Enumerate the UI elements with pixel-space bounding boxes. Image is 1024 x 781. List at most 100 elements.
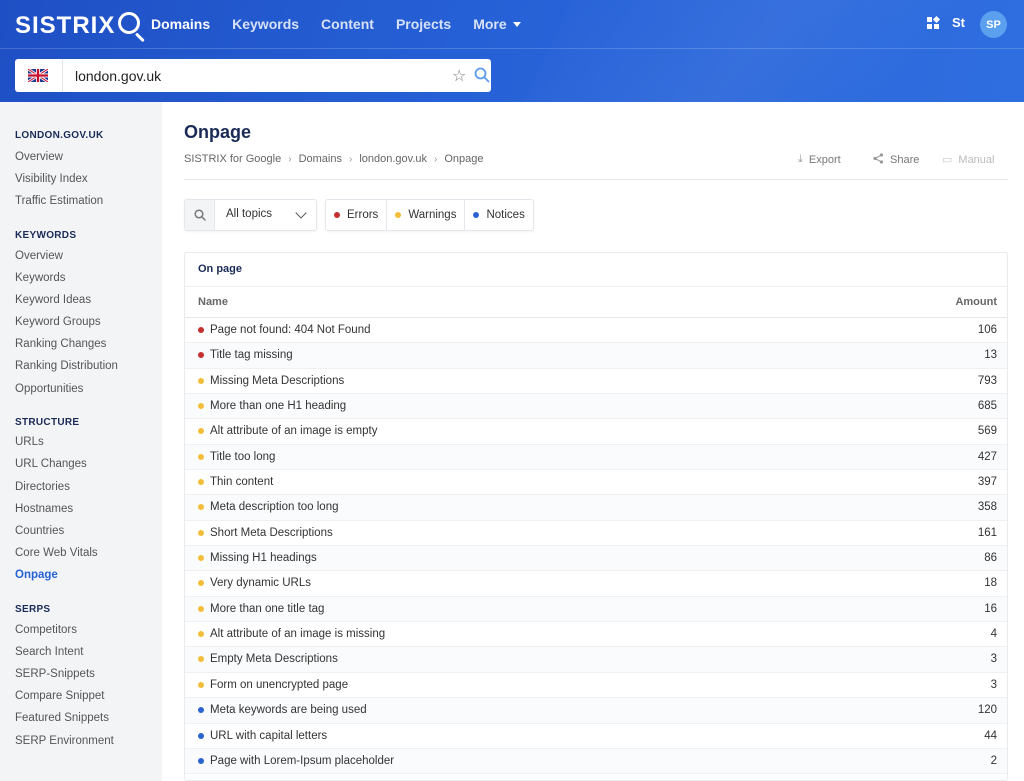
nav-content[interactable]: Content [321,16,374,32]
topics-dropdown-value: All topics [226,208,273,220]
table-row[interactable]: Very dynamic URLs 18 [185,571,1007,597]
sidebar-section-structure: STRUCTURE [15,417,80,428]
sidebar-item-ranking-changes[interactable]: Ranking Changes [15,338,106,350]
filter-notices-button[interactable]: Notices [465,200,532,230]
issue-name[interactable]: Very dynamic URLs [210,577,311,589]
breadcrumb: SISTRIX for Google › Domains › london.go… [184,153,484,165]
sidebar-item-core-web-vitals[interactable]: Core Web Vitals [15,547,98,559]
issue-amount: 793 [977,374,997,387]
table-row[interactable]: Title too long 427 [185,444,1007,471]
issue-name[interactable]: URL with capital letters [210,730,327,742]
column-header-name[interactable]: Name [198,296,228,308]
issue-name[interactable]: Page not found: 404 Not Found [210,324,370,336]
card-divider [185,286,1007,287]
table-row[interactable]: Missing Meta Descriptions 793 [185,369,1007,395]
notice-dot-icon [473,212,480,218]
issue-name[interactable]: More than one title tag [210,603,324,615]
export-button[interactable]: ⤓ Export [798,153,841,166]
issue-name[interactable]: Missing Meta Descriptions [210,375,344,387]
table-row[interactable]: Meta description too long 358 [185,495,1007,521]
domain-search-input[interactable] [75,64,435,87]
nav-more[interactable]: More [473,16,521,32]
issue-name[interactable]: Title tag missing [210,349,293,361]
breadcrumb-domains[interactable]: Domains [299,153,342,165]
breadcrumb-sistrix[interactable]: SISTRIX for Google [184,153,281,165]
table-row[interactable]: Meta keywords are being used 120 [185,698,1007,724]
nav-domains[interactable]: Domains [151,16,210,32]
sidebar-item-visibility-index[interactable]: Visibility Index [15,173,88,185]
nav-projects[interactable]: Projects [396,16,451,32]
sidebar-item-serp-snippets[interactable]: SERP-Snippets [15,668,95,680]
filter-errors-button[interactable]: Errors [326,200,388,230]
avatar[interactable]: SP [980,11,1007,38]
sidebar-item-keyword-ideas[interactable]: Keyword Ideas [15,294,91,306]
sidebar-item-ranking-distribution[interactable]: Ranking Distribution [15,360,118,372]
chevron-down-icon [295,207,307,219]
issue-name[interactable]: Missing H1 headings [210,552,317,564]
issue-name[interactable]: Short Meta Descriptions [210,527,333,539]
sidebar-item-compare-snippet[interactable]: Compare Snippet [15,690,105,702]
issue-amount: 397 [977,476,997,489]
sistrix-logo[interactable]: SISTRIX [15,10,147,43]
table-row[interactable]: Page with Lorem-Ipsum placeholder 2 [185,748,1007,775]
manual-button[interactable]: ▭ Manual [942,153,994,167]
issue-name[interactable]: Title too long [210,451,275,463]
column-header-amount[interactable]: Amount [955,296,997,308]
table-row[interactable]: Alt attribute of an image is empty 569 [185,419,1007,445]
filter-warnings-button[interactable]: Warnings [387,200,466,230]
issue-amount: 86 [984,552,997,565]
sidebar-item-onpage[interactable]: Onpage [15,569,58,581]
share-icon [873,153,884,167]
user-short-label[interactable]: St [952,15,965,30]
sidebar-item-competitors[interactable]: Competitors [15,624,77,636]
download-icon: ⤓ [798,153,803,165]
filter-errors-label: Errors [347,209,379,221]
issue-amount: 13 [984,349,997,362]
topics-dropdown[interactable]: All topics [184,199,317,231]
sidebar-item-traffic-estimation[interactable]: Traffic Estimation [15,195,103,207]
sidebar-item-opportunities[interactable]: Opportunities [15,383,83,395]
table-row[interactable]: Form on unencrypted page 3 [185,673,1007,699]
sidebar-item-overview[interactable]: Overview [15,151,63,163]
sidebar-item-keywords[interactable]: Keywords [15,272,66,284]
issue-name[interactable]: Page with Lorem-Ipsum placeholder [210,755,394,767]
table-row[interactable]: Missing H1 headings 86 [185,546,1007,572]
table-row[interactable]: Short Meta Descriptions 161 [185,521,1007,547]
sidebar-item-featured-snippets[interactable]: Featured Snippets [15,712,109,724]
issue-name[interactable]: Thin content [210,476,273,488]
sidebar-item-search-intent[interactable]: Search Intent [15,646,83,658]
sidebar-item-keywords-overview[interactable]: Overview [15,250,63,262]
issue-name[interactable]: Empty Meta Descriptions [210,653,338,665]
sidebar-item-urls[interactable]: URLs [15,436,44,448]
table-row[interactable]: Thin content 397 [185,470,1007,496]
table-row[interactable]: Empty Meta Descriptions 3 [185,647,1007,673]
issue-name[interactable]: Meta keywords are being used [210,704,367,716]
sidebar-item-url-changes[interactable]: URL Changes [15,458,87,470]
topic-search-button[interactable] [185,200,215,230]
table-row[interactable]: Alt attribute of an image is missing 4 [185,622,1007,648]
page-title: Onpage [184,122,252,142]
apps-grid-icon[interactable] [927,15,941,29]
share-button[interactable]: Share [873,153,919,167]
uk-flag-icon[interactable] [28,69,48,82]
table-row[interactable]: Page not found: 404 Not Found 106 [185,318,1007,344]
sidebar-item-keyword-groups[interactable]: Keyword Groups [15,316,101,328]
sidebar-item-countries[interactable]: Countries [15,525,64,537]
issue-name[interactable]: Alt attribute of an image is missing [210,628,385,640]
table-row[interactable]: More than one H1 heading 685 [185,394,1007,420]
table-row[interactable]: Title tag missing 13 [185,343,1007,369]
table-row[interactable]: More than one title tag 16 [185,596,1007,623]
nav-keywords[interactable]: Keywords [232,16,299,32]
issue-name[interactable]: Alt attribute of an image is empty [210,425,377,437]
sidebar-item-directories[interactable]: Directories [15,481,70,493]
star-icon[interactable]: ☆ [452,66,466,86]
search-icon[interactable] [474,67,490,83]
breadcrumb-domain[interactable]: london.gov.uk [359,153,427,165]
table-row[interactable]: URL with capital letters 44 [185,724,1007,749]
domain-search-bar: ☆ [15,59,491,92]
issue-name[interactable]: Meta description too long [210,501,339,513]
issue-name[interactable]: Form on unencrypted page [210,679,348,691]
issue-name[interactable]: More than one H1 heading [210,400,346,412]
sidebar-item-hostnames[interactable]: Hostnames [15,503,73,515]
sidebar-item-serp-environment[interactable]: SERP Environment [15,735,114,747]
